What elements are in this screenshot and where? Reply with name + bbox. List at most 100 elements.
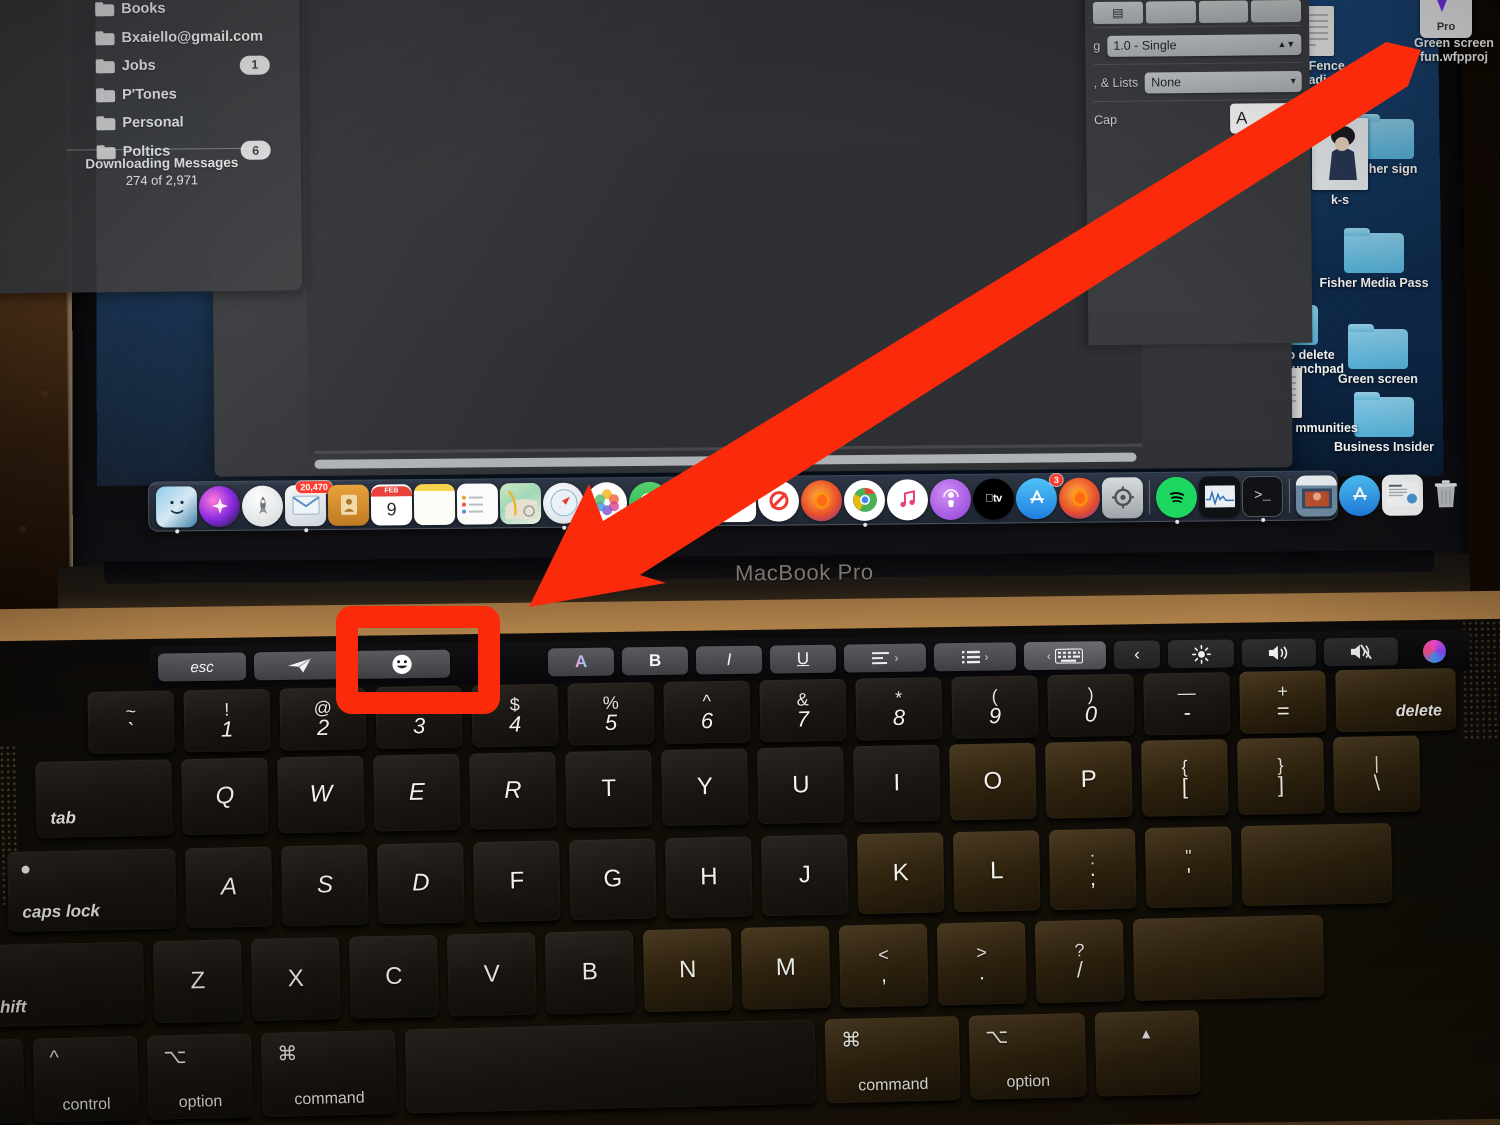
valign-top-button[interactable]: ▤	[1092, 1, 1143, 25]
key-backtick[interactable]: ~ `	[87, 690, 175, 754]
dock-item-appletv[interactable]: tv	[972, 477, 1015, 520]
key-0[interactable]: ) 0	[1047, 673, 1135, 738]
touch-bar-brightness-button[interactable]	[1167, 639, 1235, 669]
key-o[interactable]: O	[949, 742, 1037, 821]
key-i[interactable]: I	[853, 744, 941, 823]
dock-item-documents-stack[interactable]	[1381, 473, 1424, 516]
key-8[interactable]: * 8	[855, 677, 943, 741]
sidebar-item-personal[interactable]: Personal	[0, 107, 301, 139]
key-g[interactable]: G	[569, 838, 657, 921]
bullets-select[interactable]: None ▾	[1145, 70, 1302, 94]
dock-item-podcasts[interactable]	[929, 478, 972, 520]
key-4[interactable]: $ 4	[471, 683, 559, 748]
key-bracket-left[interactable]: { [	[1141, 739, 1229, 817]
dock-item-contacts[interactable]	[327, 484, 370, 526]
key-d[interactable]: D	[377, 842, 465, 925]
key-r[interactable]: R	[469, 752, 557, 830]
key-a[interactable]: A	[185, 846, 273, 929]
key-7[interactable]: & 7	[759, 678, 847, 743]
key-control[interactable]: ^ control	[32, 1036, 139, 1123]
key-semicolon[interactable]: : ;	[1048, 828, 1137, 911]
key-period[interactable]: > .	[936, 921, 1027, 1006]
touch-bar-keyboard-button[interactable]: ‹	[1023, 641, 1107, 671]
key-shift-left[interactable]: hift	[0, 941, 145, 1028]
key-minus[interactable]: — -	[1143, 672, 1231, 736]
key-t[interactable]: T	[565, 750, 653, 828]
key-9[interactable]: ( 9	[951, 675, 1039, 739]
mail-sidebar-window[interactable]: Smart Mailboxes ryannariano@gmail.com Im…	[0, 0, 303, 294]
touch-bar-italic-button[interactable]: I	[695, 645, 763, 675]
touch-bar-lists-button[interactable]: ›	[933, 642, 1017, 672]
dock-item-terminal[interactable]: >_	[1241, 475, 1284, 522]
dock-item-numbers[interactable]	[671, 480, 714, 523]
key-command-right[interactable]: ⌘ command	[824, 1016, 961, 1104]
key-5[interactable]: % 5	[567, 682, 655, 746]
dock-item-siri[interactable]	[198, 485, 241, 527]
key-c[interactable]: C	[348, 934, 439, 1019]
key-3[interactable]: # 3	[375, 685, 463, 749]
desktop-icon-project-greenscreen[interactable]: Green screen fun.wfpproj	[1396, 36, 1500, 65]
dock-item-reminders[interactable]	[456, 482, 499, 525]
dock-item-appstore[interactable]: 3	[1015, 473, 1063, 519]
key-arrow-up[interactable]: ▲	[1094, 1010, 1201, 1097]
dock-item-messages[interactable]	[628, 481, 671, 523]
key-k[interactable]: K	[856, 832, 945, 915]
dock-item-chrome[interactable]	[843, 479, 886, 527]
dock-item-mail[interactable]: 20,470	[284, 480, 332, 532]
touch-bar-emoji-button[interactable]	[353, 649, 451, 679]
format-inspector-panel[interactable]: ☰ ≡ ◎ ⚙⌄ r Styles None r ▲▼ ≡ ≣ ≣ ≡ ▤	[1082, 0, 1313, 346]
dock-item-keynote[interactable]	[714, 480, 757, 522]
valign-bottom-button[interactable]	[1198, 0, 1249, 23]
key-backslash[interactable]: | \	[1333, 735, 1421, 814]
indent-button[interactable]	[1251, 0, 1302, 23]
drop-cap-select[interactable]: A ▾	[1229, 102, 1303, 134]
key-bracket-right[interactable]: } ]	[1237, 737, 1325, 815]
key-1[interactable]: ! 1	[183, 688, 271, 753]
dock-item-news[interactable]	[757, 479, 800, 522]
horizontal-scrollbar[interactable]	[314, 452, 1137, 469]
key-equals[interactable]: + =	[1239, 670, 1327, 734]
key-u[interactable]: U	[757, 746, 845, 825]
sidebar-item-bxaiello[interactable]: Bxaiello@gmail.com	[0, 22, 300, 54]
dock-item-launchpad[interactable]	[241, 484, 284, 527]
key-return[interactable]	[1240, 823, 1393, 907]
key-option-right[interactable]: ⌥ option	[968, 1012, 1087, 1100]
key-w[interactable]: W	[277, 755, 365, 834]
touch-bar-bold-button[interactable]: B	[621, 646, 689, 676]
key-slash[interactable]: ? /	[1034, 919, 1125, 1004]
key-6[interactable]: ^ 6	[663, 680, 751, 744]
vertical-alignment-control[interactable]: ▤	[1085, 0, 1309, 25]
key-x[interactable]: X	[250, 937, 341, 1022]
touch-bar-align-button[interactable]: ›	[843, 643, 927, 673]
key-f[interactable]: F	[473, 840, 561, 923]
key-p[interactable]: P	[1045, 740, 1133, 819]
dock-item-finder[interactable]	[155, 485, 198, 533]
touch-bar-send-button[interactable]	[253, 651, 347, 681]
key-shift-right[interactable]	[1132, 914, 1325, 1001]
key-j[interactable]: J	[760, 834, 849, 917]
document-canvas[interactable]	[303, 0, 1143, 454]
key-n[interactable]: N	[642, 928, 733, 1013]
drop-cap-row[interactable]: Cap A ▾	[1086, 102, 1310, 135]
dock-item-music[interactable]	[886, 478, 929, 521]
touch-bar-mute-button[interactable]	[1323, 637, 1399, 667]
touch-bar-expand-button[interactable]: ‹	[1113, 640, 1161, 670]
desktop-icon-app-pro[interactable]: Pro	[1400, 0, 1492, 41]
key-caps-lock[interactable]: caps lock	[7, 848, 177, 932]
dock-item-firefox[interactable]	[800, 479, 843, 521]
dock-item-downloads-stack[interactable]	[1295, 474, 1338, 517]
sidebar-item-ptones[interactable]: P'Tones	[0, 79, 300, 111]
key-y[interactable]: Y	[661, 748, 749, 826]
key-v[interactable]: V	[446, 932, 537, 1017]
dock-item-safari[interactable]	[542, 482, 585, 530]
key-h[interactable]: H	[665, 836, 753, 919]
touch-bar-volume-button[interactable]	[1241, 638, 1317, 668]
key-comma[interactable]: < ,	[838, 923, 929, 1008]
key-delete[interactable]: delete	[1335, 668, 1457, 733]
key-quote[interactable]: " '	[1144, 826, 1233, 909]
dock-item-appstore-alias[interactable]	[1338, 474, 1381, 516]
desktop-icon-folder-fisher-media-pass[interactable]: Fisher Media Pass	[1318, 228, 1430, 290]
touch-bar-underline-button[interactable]: U	[769, 644, 837, 674]
dock-item-trash[interactable]	[1425, 474, 1466, 515]
dock-item-firefox-developer[interactable]	[1058, 477, 1101, 519]
